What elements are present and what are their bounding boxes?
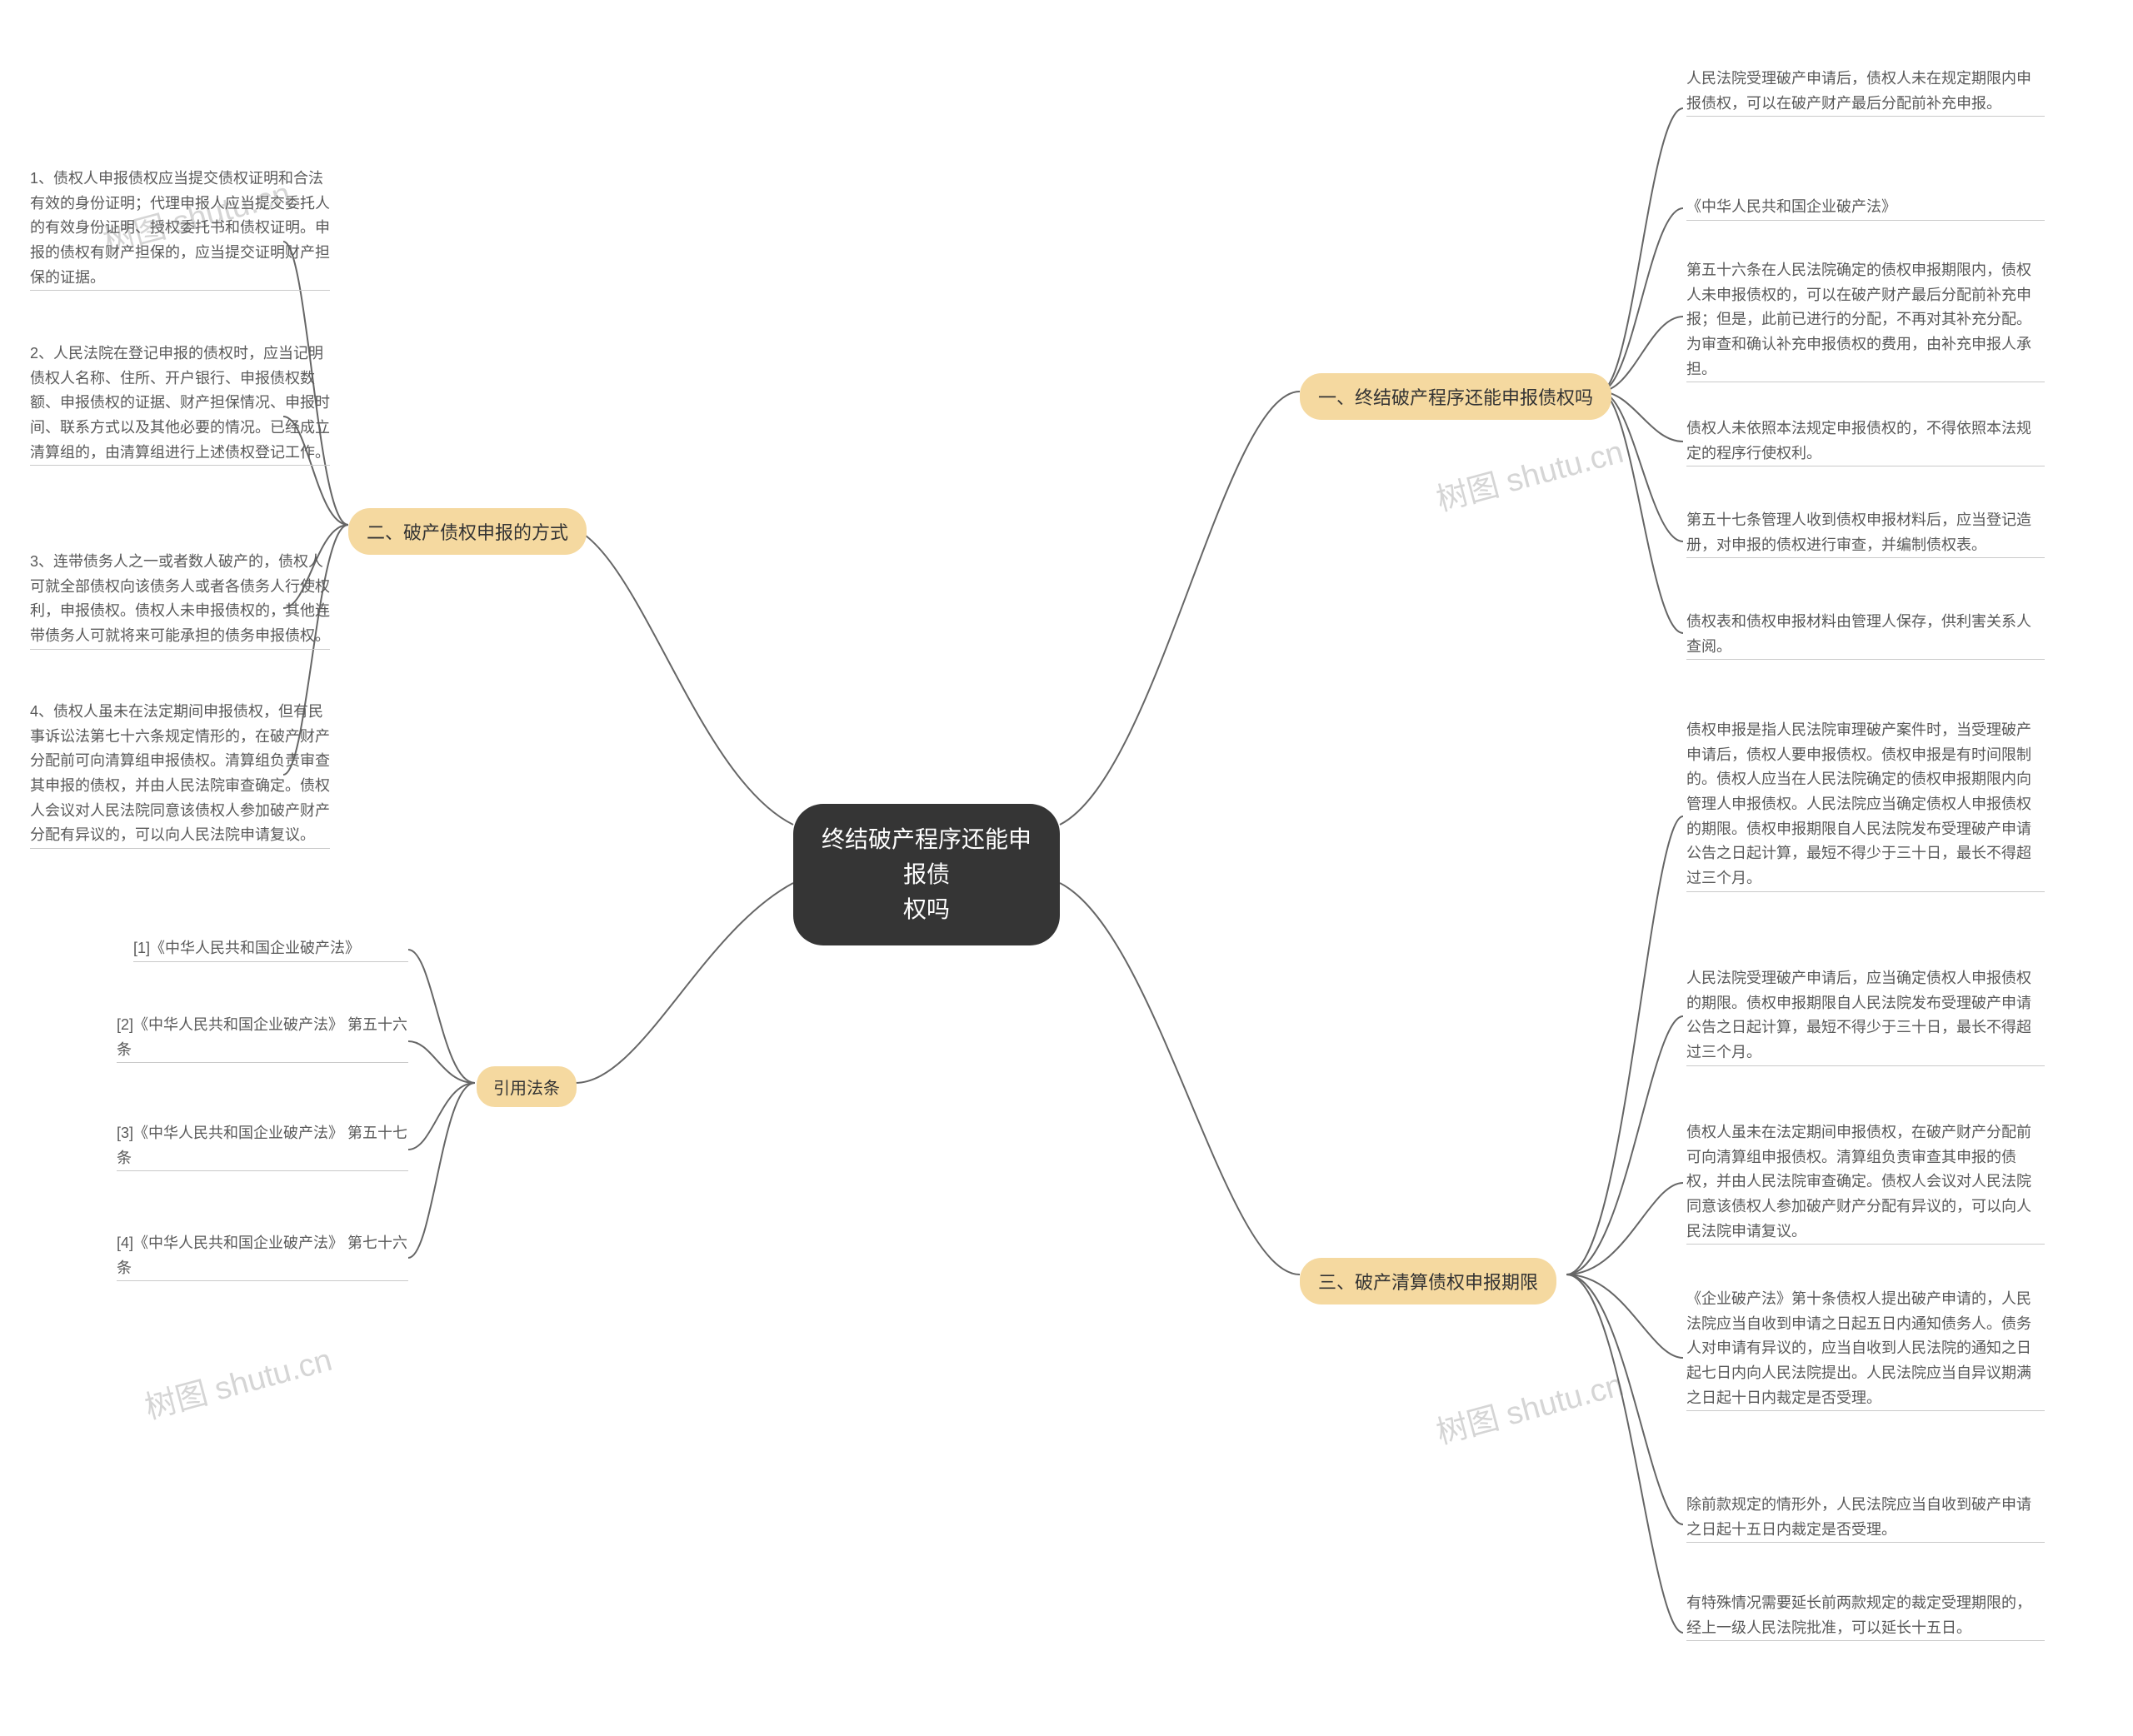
branch-two[interactable]: 二、破产债权申报的方式 xyxy=(348,508,587,555)
branch-ref[interactable]: 引用法条 xyxy=(477,1066,577,1107)
branch-two-leaf-2[interactable]: 2、人民法院在登记申报的债权时，应当记明债权人名称、住所、开户银行、申报债权数额… xyxy=(30,342,330,466)
branch-three-leaf-2[interactable]: 人民法院受理破产申请后，应当确定债权人申报债权的期限。债权申报期限自人民法院发布… xyxy=(1686,966,2045,1066)
ref-leaf-4[interactable]: [4]《中华人民共和国企业破产法》 第七十六条 xyxy=(117,1231,408,1281)
branch-one-leaf-6[interactable]: 债权表和债权申报材料由管理人保存，供利害关系人查阅。 xyxy=(1686,610,2045,660)
branch-three-leaf-5[interactable]: 除前款规定的情形外，人民法院应当自收到破产申请之日起十五日内裁定是否受理。 xyxy=(1686,1493,2045,1543)
branch-one-leaf-5[interactable]: 第五十七条管理人收到债权申报材料后，应当登记造册，对申报的债权进行审查，并编制债… xyxy=(1686,508,2045,558)
branch-three-leaf-3[interactable]: 债权人虽未在法定期间申报债权，在破产财产分配前可向清算组申报债权。清算组负责审查… xyxy=(1686,1120,2045,1245)
branch-two-leaf-4[interactable]: 4、债权人虽未在法定期间申报债权，但有民事诉讼法第七十六条规定情形的，在破产财产… xyxy=(30,700,330,849)
branch-one-label: 一、终结破产程序还能申报债权吗 xyxy=(1318,387,1593,408)
branch-one-leaf-4[interactable]: 债权人未依照本法规定申报债权的，不得依照本法规定的程序行使权利。 xyxy=(1686,417,2045,466)
branch-one-leaf-1[interactable]: 人民法院受理破产申请后，债权人未在规定期限内申报债权，可以在破产财产最后分配前补… xyxy=(1686,67,2045,117)
center-title-line2: 权吗 xyxy=(903,896,950,922)
branch-one[interactable]: 一、终结破产程序还能申报债权吗 xyxy=(1300,373,1611,420)
center-node[interactable]: 终结破产程序还能申报债 权吗 xyxy=(793,804,1060,945)
branch-two-label: 二、破产债权申报的方式 xyxy=(367,522,568,543)
branch-ref-label: 引用法条 xyxy=(493,1080,560,1098)
ref-leaf-1[interactable]: [1]《中华人民共和国企业破产法》 xyxy=(133,936,408,962)
branch-three-leaf-6[interactable]: 有特殊情况需要延长前两款规定的裁定受理期限的，经上一级人民法院批准，可以延长十五… xyxy=(1686,1591,2045,1641)
branch-three-label: 三、破产清算债权申报期限 xyxy=(1318,1272,1538,1293)
center-title-line1: 终结破产程序还能申报债 xyxy=(822,826,1032,887)
branch-three[interactable]: 三、破产清算债权申报期限 xyxy=(1300,1258,1556,1304)
branch-one-leaf-2[interactable]: 《中华人民共和国企业破产法》 xyxy=(1686,195,2045,221)
branch-three-leaf-4[interactable]: 《企业破产法》第十条债权人提出破产申请的，人民法院应当自收到申请之日起五日内通知… xyxy=(1686,1287,2045,1411)
ref-leaf-3[interactable]: [3]《中华人民共和国企业破产法》 第五十七条 xyxy=(117,1121,408,1171)
watermark: 树图 shutu.cn xyxy=(1431,1359,1628,1453)
ref-leaf-2[interactable]: [2]《中华人民共和国企业破产法》 第五十六条 xyxy=(117,1013,408,1063)
branch-one-leaf-3[interactable]: 第五十六条在人民法院确定的债权申报期限内，债权人未申报债权的，可以在破产财产最后… xyxy=(1686,258,2045,382)
watermark: 树图 shutu.cn xyxy=(139,1334,337,1428)
branch-three-leaf-1[interactable]: 债权申报是指人民法院审理破产案件时，当受理破产申请后，债权人要申报债权。债权申报… xyxy=(1686,718,2045,892)
watermark: 树图 shutu.cn xyxy=(1431,426,1628,520)
branch-two-leaf-3[interactable]: 3、连带债务人之一或者数人破产的，债权人可就全部债权向该债务人或者各债务人行使权… xyxy=(30,550,330,650)
branch-two-leaf-1[interactable]: 1、债权人申报债权应当提交债权证明和合法有效的身份证明；代理申报人应当提交委托人… xyxy=(30,167,330,291)
